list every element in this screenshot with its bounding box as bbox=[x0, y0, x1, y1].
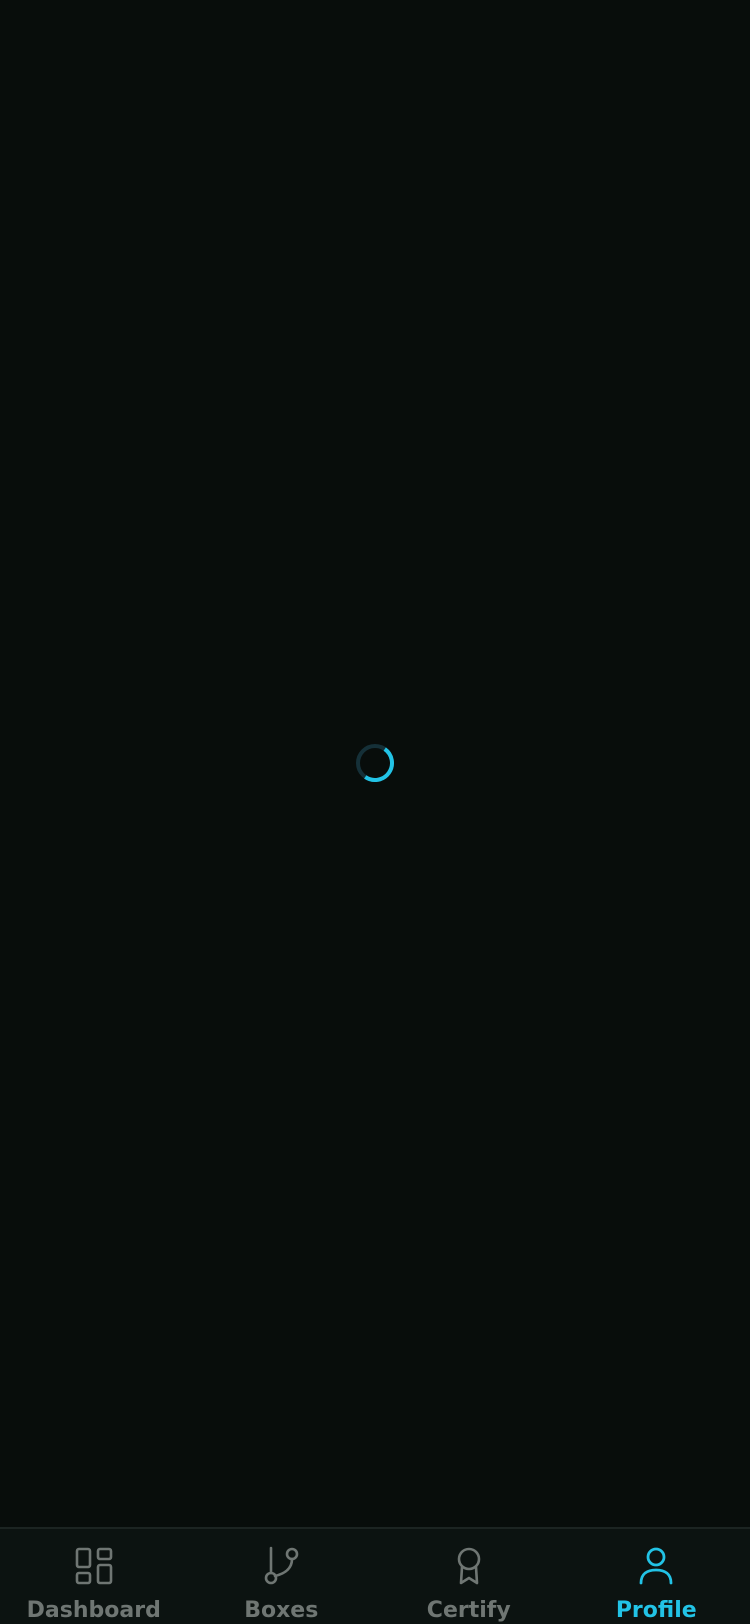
tab-profile[interactable]: Profile bbox=[563, 1529, 750, 1624]
tab-profile-label: Profile bbox=[615, 1598, 697, 1623]
main-content bbox=[0, 0, 750, 1527]
dashboard-grid-icon bbox=[74, 1546, 114, 1586]
user-icon bbox=[636, 1546, 676, 1586]
tab-dashboard-label: Dashboard bbox=[26, 1598, 161, 1623]
tab-dashboard[interactable]: Dashboard bbox=[0, 1529, 188, 1624]
bottom-tab-bar: Dashboard Boxes Certify Profile bbox=[0, 1527, 750, 1624]
loading-spinner bbox=[355, 743, 395, 783]
tab-certify[interactable]: Certify bbox=[375, 1529, 563, 1624]
award-ribbon-icon bbox=[449, 1546, 489, 1586]
app-screen: Dashboard Boxes Certify Profile bbox=[0, 0, 750, 1624]
tab-boxes[interactable]: Boxes bbox=[188, 1529, 376, 1624]
git-branch-icon bbox=[261, 1546, 301, 1586]
tab-certify-label: Certify bbox=[426, 1598, 511, 1623]
tab-boxes-label: Boxes bbox=[244, 1598, 319, 1623]
